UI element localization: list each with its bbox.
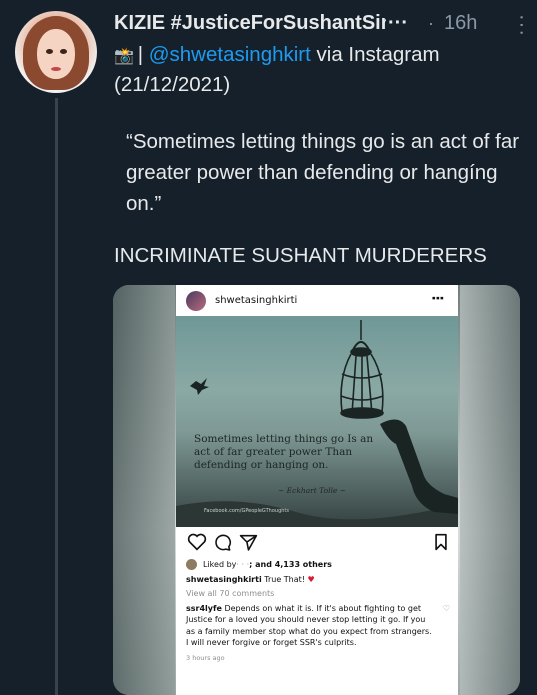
mention-link[interactable]: @shwetasinghkirt [149, 43, 311, 66]
post-image-text: Sometimes letting things go Is an act of… [194, 433, 374, 471]
caption-text: True That! [261, 574, 308, 584]
tweet-hashtag-line: INCRIMINATE SUSHANT MURDERERS [114, 244, 487, 267]
avatar[interactable] [15, 11, 97, 93]
avatar-lips [51, 67, 61, 71]
liked-by-prefix: Liked by [203, 560, 237, 569]
instagram-more-icon: ⋮ [430, 291, 446, 305]
heart-icon [187, 533, 207, 551]
caption-row: shwetasinghkirti True That! ♥ [186, 574, 452, 586]
post-image-credit: Facebook.com/GPeopleGThoughts [204, 508, 289, 514]
instagram-header: shwetasinghkirti [176, 285, 458, 316]
timestamp[interactable]: 16h [444, 12, 477, 35]
comment-icon [215, 534, 232, 551]
thread-line [55, 98, 58, 695]
red-heart-icon: ♥ [307, 574, 315, 584]
tweet-text-line1: 📸 | @shwetasinghkirt via Instagram [114, 40, 524, 71]
line1-prefix: | [132, 43, 149, 66]
instagram-action-bar [187, 533, 449, 553]
blurred-background-left [113, 285, 175, 695]
post-age: 3 hours ago [186, 653, 225, 662]
comment-row: ssr4lyfe Depends on what it is. If it's … [186, 603, 452, 649]
bird-icon [190, 378, 209, 395]
camera-flash-icon: 📸 [114, 48, 134, 65]
comment-user: ssr4lyfe [186, 603, 222, 613]
separator-dot: · [427, 12, 434, 33]
avatar-face [37, 29, 75, 79]
name-truncation: ··· [388, 11, 408, 34]
share-icon [239, 534, 258, 551]
liked-by-hidden: · · · [236, 560, 250, 569]
liked-by-row: Liked by · · · ; and 4,133 others [186, 559, 452, 571]
display-name[interactable]: KIZIE #JusticeForSushantSin [114, 12, 386, 35]
caption-user: shwetasinghkirti [186, 574, 262, 584]
more-options-icon[interactable]: ··· [510, 14, 533, 37]
instagram-username: shwetasinghkirti [215, 295, 298, 306]
avatar-eye [60, 49, 67, 54]
hand-silhouette [380, 419, 458, 514]
blurred-background-right [460, 285, 520, 695]
tweet-header: KIZIE #JusticeForSushantSin ··· · 16h [114, 8, 527, 38]
post-image: Sometimes letting things go Is an act of… [176, 316, 458, 527]
tweet-media[interactable]: shwetasinghkirti ⋮ Sometimes letting thi… [113, 285, 520, 695]
post-image-author: ~ Eckhart Tolle ~ [278, 486, 347, 495]
liked-by-avatar [186, 559, 197, 571]
instagram-body: Liked by · · · ; and 4,133 others shweta… [186, 559, 452, 664]
tweet-text-line2: (21/12/2021) [114, 73, 231, 96]
post-image-illustration [176, 320, 458, 527]
tweet-quote: “Sometimes letting things go is an act o… [126, 130, 520, 215]
line1-suffix: via Instagram [310, 43, 440, 66]
view-all-comments: View all 70 comments [186, 589, 275, 598]
comment-like-icon: ♡ [442, 603, 450, 613]
comment-text: Depends on what it is. If it's about fig… [186, 603, 432, 648]
instagram-screenshot: shwetasinghkirti ⋮ Sometimes letting thi… [176, 285, 458, 695]
avatar-eye [46, 49, 53, 54]
birdcage-icon [340, 347, 384, 419]
bookmark-icon [435, 533, 447, 551]
instagram-avatar [186, 290, 206, 311]
liked-by-suffix: ; and 4,133 others [249, 560, 332, 569]
